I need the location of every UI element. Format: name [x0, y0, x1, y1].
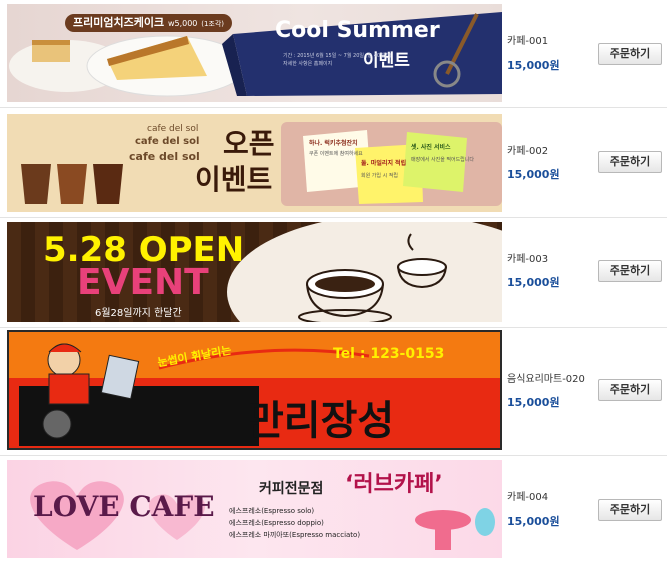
- banner-image[interactable]: 눈썹이 휘날리는 Tel : 123-0153 만리장성: [7, 330, 502, 450]
- note-title: 둘. 마일리지 적립: [361, 160, 407, 167]
- product-row: 눈썹이 휘날리는 Tel : 123-0153 만리장성 음식요리마트-020 …: [0, 328, 667, 454]
- product-row: LOVE CAFE 커피전문점 ‘러브카페’ 에스프레소(Espresso so…: [0, 456, 667, 562]
- banner-image[interactable]: 프리미엄치즈케이크 w5,000 (1조각) Cool Summer 이벤트 기…: [7, 4, 502, 102]
- banner-image[interactable]: cafe del sol cafe del sol cafe del sol 오…: [7, 114, 502, 212]
- note-title: 셋. 사진 서비스: [411, 144, 451, 151]
- order-button[interactable]: 주문하기: [598, 499, 662, 521]
- product-code: 카페-001: [507, 36, 549, 47]
- product-price: 15,000원: [507, 168, 560, 181]
- product-price: 15,000원: [507, 59, 560, 72]
- banner-heading: 커피전문점: [259, 481, 324, 497]
- product-code: 카페-004: [507, 492, 549, 503]
- brand-name: cafe del sol: [135, 136, 200, 147]
- note-title: 하나. 럭키추첨잔치: [309, 140, 358, 147]
- banner-title: 오픈: [223, 127, 275, 160]
- product-row: 5.28 OPEN EVENT 6월28일까지 한달간 카페-003 15,00…: [0, 218, 667, 326]
- product-row: 프리미엄치즈케이크 w5,000 (1조각) Cool Summer 이벤트 기…: [0, 0, 667, 106]
- menu-item: 에스프레소(Espresso solo): [229, 507, 315, 515]
- product-price: 15,000원: [507, 276, 560, 289]
- menu-item: 에스프레소 마끼아또(Espresso macciato): [229, 531, 361, 539]
- banner-title: LOVE CAFE: [33, 490, 215, 523]
- banner-image[interactable]: 5.28 OPEN EVENT 6월28일까지 한달간: [7, 222, 502, 322]
- note-body: 회원 가입 시 적립: [361, 173, 398, 179]
- promo-tag: 프리미엄치즈케이크 w5,000 (1조각): [65, 14, 233, 32]
- product-price: 15,000원: [507, 515, 560, 528]
- note-body: 매장에서 사진을 찍어드립니다: [411, 157, 474, 163]
- order-button[interactable]: 주문하기: [598, 43, 662, 65]
- product-code: 카페-003: [507, 254, 549, 265]
- order-button[interactable]: 주문하기: [598, 379, 662, 401]
- banner-note: 6월28일까지 한달간: [95, 308, 182, 319]
- note-body: 쿠폰 이벤트에 참여하세요: [309, 151, 363, 157]
- brand-name: cafe del sol: [129, 150, 200, 163]
- product-code: 카페-002: [507, 146, 549, 157]
- order-button[interactable]: 주문하기: [598, 260, 662, 282]
- promo-tag-price: w5,000: [167, 19, 198, 28]
- banner-name: ‘러브카페’: [345, 472, 443, 497]
- banner-subtitle: EVENT: [77, 262, 209, 303]
- promo-tag-text: 프리미엄치즈케이크: [73, 16, 165, 29]
- banner-title: Cool Summer: [275, 18, 440, 43]
- banner-subtitle: 이벤트: [195, 163, 273, 196]
- product-row: cafe del sol cafe del sol cafe del sol 오…: [0, 108, 667, 216]
- brand-name: cafe del sol: [147, 124, 199, 134]
- banner-phone: Tel : 123-0153: [333, 346, 445, 362]
- banner-detail: 기간 : 2015년 6월 15일 ~ 7월 20일 (총 40일간): [283, 53, 392, 59]
- promo-tag-note: (1조각): [201, 20, 225, 28]
- banner-image[interactable]: LOVE CAFE 커피전문점 ‘러브카페’ 에스프레소(Espresso so…: [7, 460, 502, 558]
- banner-title: 만리장성: [247, 398, 395, 444]
- product-price: 15,000원: [507, 396, 560, 409]
- menu-item: 에스프레소(Espresso doppio): [229, 519, 324, 527]
- banner-detail-2: 자세한 사항은 홈페이지: [283, 61, 333, 67]
- product-code: 음식요리마트-020: [507, 374, 585, 385]
- order-button[interactable]: 주문하기: [598, 151, 662, 173]
